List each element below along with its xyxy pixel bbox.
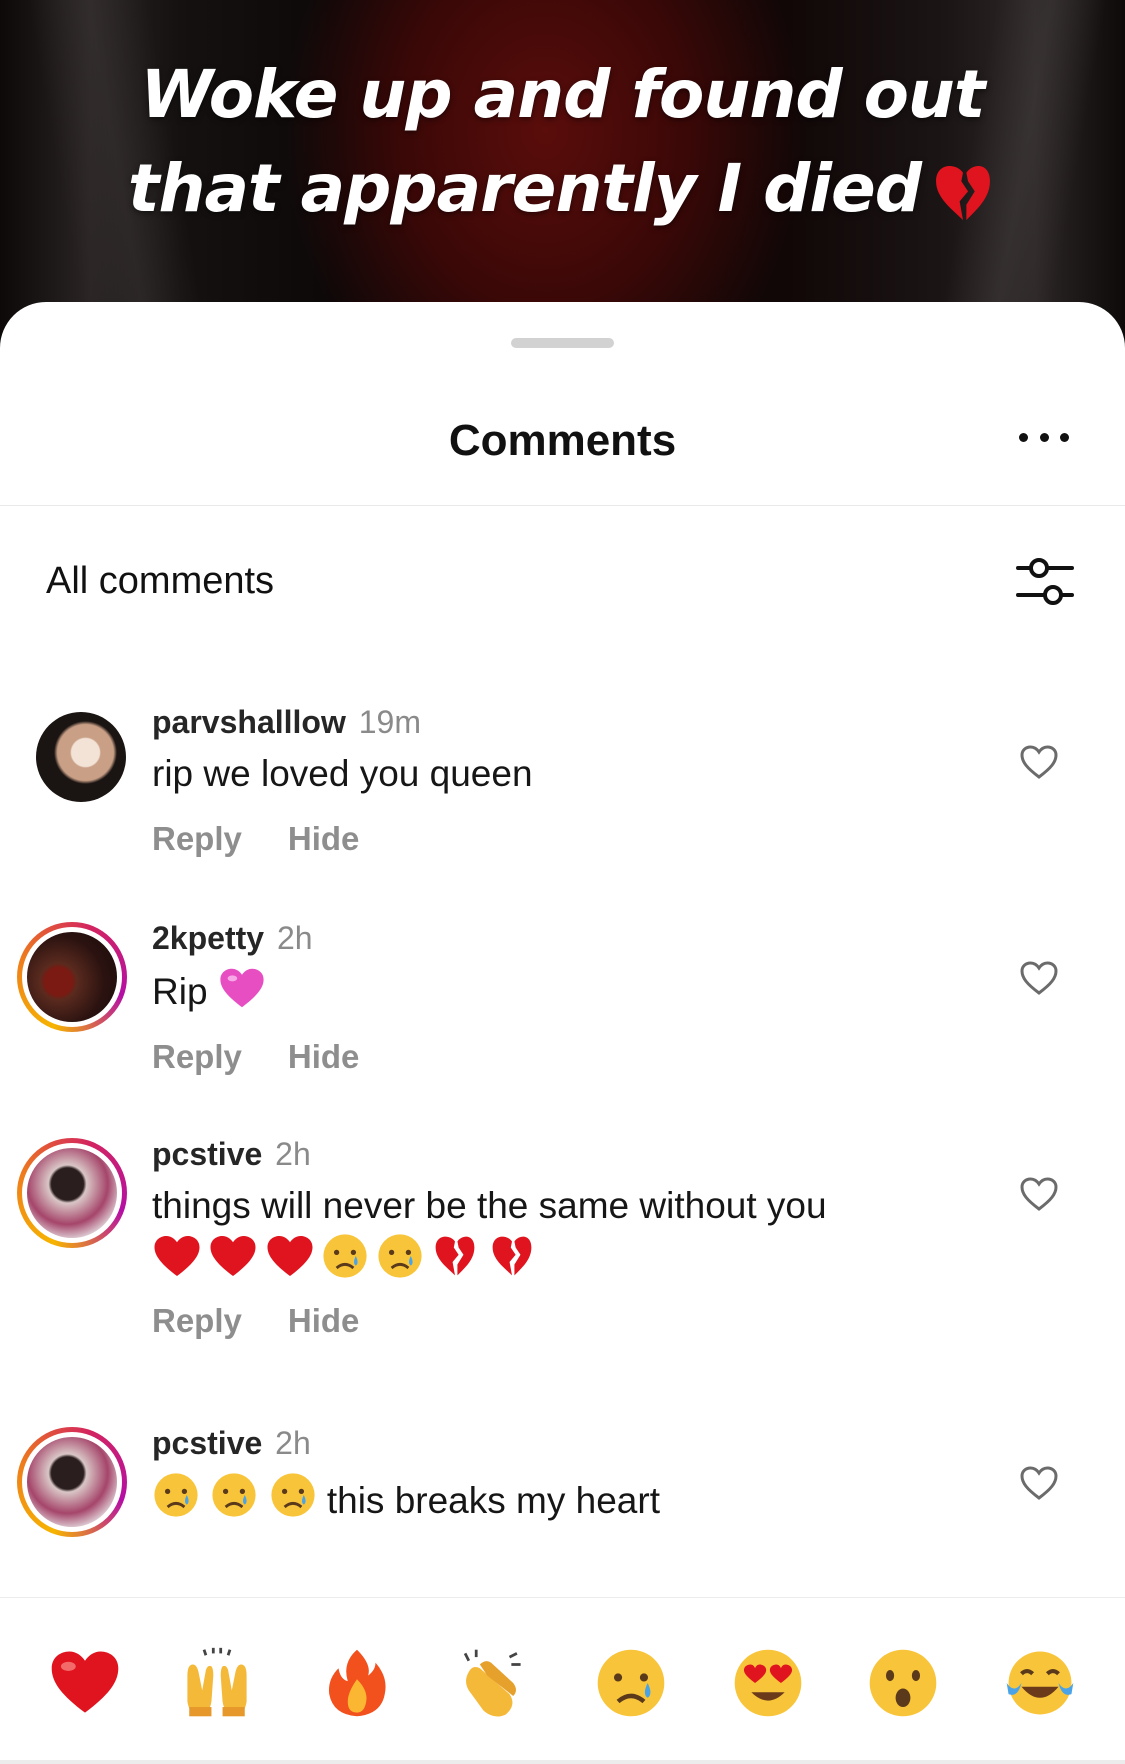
tears-of-joy-face-icon[interactable] bbox=[1003, 1646, 1077, 1720]
comment-text-content: Rip bbox=[152, 971, 208, 1012]
avatar-story-ring[interactable] bbox=[17, 1427, 127, 1537]
quick-reaction-bar bbox=[0, 1597, 1125, 1764]
crying-face-icon[interactable] bbox=[594, 1646, 668, 1720]
avatar[interactable] bbox=[36, 712, 126, 802]
comment-text: this breaks my heart bbox=[152, 1471, 660, 1525]
comment-username[interactable]: parvshalllow bbox=[152, 704, 346, 740]
comment-time: 19m bbox=[358, 704, 421, 740]
caption-line-1: Woke up and found out bbox=[140, 56, 986, 133]
comment-meta: 2kpetty 2h bbox=[152, 918, 359, 958]
comment-username[interactable]: 2kpetty bbox=[152, 920, 264, 956]
crying-face-icon bbox=[212, 1473, 256, 1517]
sheet-drag-handle[interactable] bbox=[511, 338, 614, 348]
red-heart-icon[interactable] bbox=[48, 1646, 122, 1720]
hide-button[interactable]: Hide bbox=[288, 1038, 360, 1076]
comment-meta: pcstive 2h bbox=[152, 1423, 660, 1463]
reply-button[interactable]: Reply bbox=[152, 1038, 242, 1076]
comment-meta: pcstive 2h bbox=[152, 1134, 827, 1174]
comment-body: parvshalllow 19m rip we loved you queen … bbox=[152, 702, 533, 858]
crying-face-icon bbox=[270, 1473, 315, 1517]
avatar-story-ring[interactable] bbox=[17, 922, 127, 1032]
sheet-header: Comments bbox=[0, 390, 1125, 506]
comments-sheet: Comments All comments parvshalllow 19m r… bbox=[0, 302, 1125, 1764]
avatar-image bbox=[36, 712, 126, 802]
reply-button[interactable]: Reply bbox=[152, 1302, 242, 1340]
comment-actions: Reply Hide bbox=[152, 1038, 359, 1076]
crying-face-icon bbox=[323, 1234, 367, 1278]
broken-heart-icon bbox=[492, 1236, 532, 1276]
comment-body: 2kpetty 2h Rip Reply Hide bbox=[152, 918, 359, 1076]
red-heart-icon bbox=[267, 1236, 313, 1276]
heart-outline-icon[interactable] bbox=[1019, 960, 1059, 996]
more-horizontal-icon[interactable] bbox=[1019, 430, 1069, 444]
avatar-image bbox=[22, 1432, 122, 1532]
comment-text-content: this breaks my heart bbox=[326, 1480, 660, 1521]
fire-icon[interactable] bbox=[320, 1646, 394, 1720]
reply-button[interactable]: Reply bbox=[152, 820, 242, 858]
red-heart-icon bbox=[154, 1236, 200, 1276]
avatar-image bbox=[22, 927, 122, 1027]
heart-outline-icon[interactable] bbox=[1019, 1176, 1059, 1212]
clapping-hands-icon[interactable] bbox=[454, 1646, 528, 1720]
screen: Woke up and found out that apparently I … bbox=[0, 0, 1125, 1764]
comment-text: things will never be the same without yo… bbox=[152, 1185, 827, 1226]
sheet-title: Comments bbox=[448, 416, 677, 465]
comment-username[interactable]: pcstive bbox=[152, 1425, 262, 1461]
comment-username[interactable]: pcstive bbox=[152, 1136, 262, 1172]
broken-heart-icon bbox=[435, 1236, 475, 1276]
heart-outline-icon[interactable] bbox=[1019, 1465, 1059, 1501]
comment-filter-row: All comments bbox=[0, 542, 1125, 622]
comment-time: 2h bbox=[275, 1136, 311, 1172]
caption-line-2: that apparently I died bbox=[0, 142, 1125, 236]
broken-heart-icon bbox=[936, 165, 990, 220]
comment-emoji-line bbox=[152, 1232, 827, 1280]
crying-face-icon bbox=[154, 1473, 198, 1517]
sliders-icon[interactable] bbox=[1015, 552, 1075, 612]
raising-hands-icon[interactable] bbox=[180, 1646, 254, 1720]
comment-text: Rip bbox=[152, 966, 359, 1016]
pink-heart-icon bbox=[220, 968, 264, 1008]
caption-line-2-text: that apparently I died bbox=[127, 150, 922, 227]
hide-button[interactable]: Hide bbox=[288, 1302, 360, 1340]
comment-body: pcstive 2h things will never be the same… bbox=[152, 1134, 827, 1340]
comment-text: rip we loved you queen bbox=[152, 753, 533, 794]
heart-outline-icon[interactable] bbox=[1019, 744, 1059, 780]
comment-actions: Reply Hide bbox=[152, 820, 533, 858]
avatar-story-ring[interactable] bbox=[17, 1138, 127, 1248]
comment-body: pcstive 2h this breaks my heart bbox=[152, 1423, 660, 1525]
heart-eyes-face-icon[interactable] bbox=[731, 1646, 805, 1720]
crying-face-icon bbox=[378, 1234, 422, 1278]
video-caption: Woke up and found out that apparently I … bbox=[0, 48, 1125, 236]
comment-actions: Reply Hide bbox=[152, 1302, 827, 1340]
comment-meta: parvshalllow 19m bbox=[152, 702, 533, 742]
hide-button[interactable]: Hide bbox=[288, 820, 360, 858]
comment-time: 2h bbox=[276, 920, 313, 956]
comment-time: 2h bbox=[275, 1425, 311, 1461]
surprised-face-icon[interactable] bbox=[866, 1646, 940, 1720]
bottom-edge bbox=[0, 1760, 1125, 1764]
avatar-image bbox=[22, 1143, 122, 1243]
all-comments-dropdown[interactable]: All comments bbox=[46, 560, 274, 603]
red-heart-icon bbox=[210, 1236, 256, 1276]
